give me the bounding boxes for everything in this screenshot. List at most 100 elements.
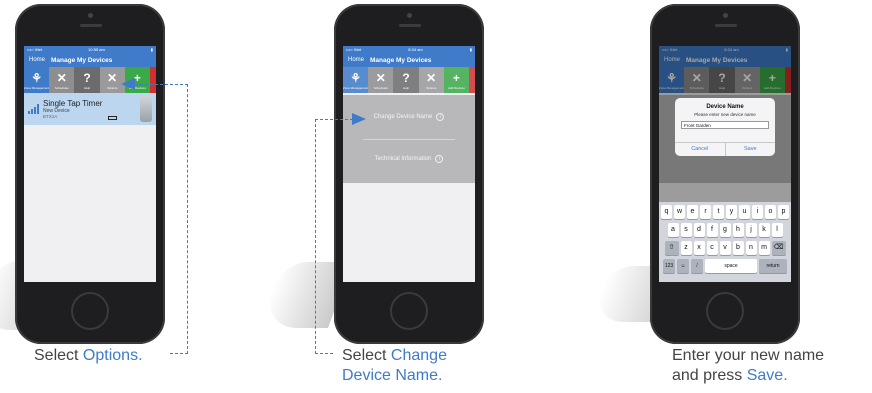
key[interactable]: o [765,205,776,219]
toolbar-label: Help [402,85,410,90]
cancel-button[interactable]: Cancel [675,143,725,156]
phone-step-3: ••••◦ iNet 8:34 am ▮ Home Manage My Devi… [650,4,800,344]
key[interactable]: f [706,223,718,237]
speaker [715,24,737,27]
device-row[interactable]: Single Tap Timer New Device BTX1A [24,93,156,125]
key[interactable]: b [732,241,744,255]
caption-step-2: Select Change Device Name. [342,346,447,386]
screen-step-1: ••••◦ iNet 10:55 am ▮ Home Manage My Dev… [24,46,156,282]
key[interactable]: m [758,241,770,255]
key[interactable]: s [680,223,692,237]
help-icon: ? [402,70,410,85]
key[interactable]: j [745,223,757,237]
options-menu: Change Device Name i Technical Informatio… [343,95,475,183]
leader-line [315,119,316,354]
zone-icon: ⚘ [31,70,42,85]
dialog-buttons: Cancel Save [675,142,775,156]
key[interactable]: z [680,241,692,255]
caption-step-3: Enter your new name and press Save. [672,346,824,386]
return-key[interactable]: return [759,259,787,273]
arrow-to-options [121,78,135,90]
key[interactable]: k [758,223,770,237]
zone-management-button[interactable]: ⚘ Zone Management [24,67,50,93]
key[interactable]: d [693,223,705,237]
caption-text: and press [672,367,747,384]
key[interactable]: p [778,205,789,219]
key[interactable]: x [693,241,705,255]
key[interactable]: u [739,205,750,219]
home-button[interactable] [71,292,109,330]
help-button[interactable]: ? Help [74,67,100,93]
leader-line [315,353,333,354]
home-link[interactable]: Home [348,57,370,63]
key-row: asdfghjkl [661,223,789,237]
mic-key[interactable]: ̸ [691,259,703,273]
speaker [399,24,421,27]
phone-step-1: ••••◦ iNet 10:55 am ▮ Home Manage My Dev… [15,4,165,344]
emoji-key[interactable]: ☺ [677,259,689,273]
device-name: Single Tap Timer [43,99,103,108]
leader-line [135,84,188,85]
delete-strip[interactable] [469,67,475,93]
key[interactable]: h [732,223,744,237]
home-button[interactable] [390,292,428,330]
divider [363,139,455,140]
battery-icon: ▮ [150,47,153,52]
delete-strip[interactable] [150,67,156,93]
home-button[interactable] [706,292,744,330]
home-link[interactable]: Home [29,57,51,63]
leader-line [315,119,353,120]
numbers-key[interactable]: 123 [663,259,675,273]
option-label: Change Device Name [373,114,433,120]
key-row: 123 ☺ ̸ space return [661,259,789,273]
toolbar: ⚘ Zone Management ✕ Schedules ? Help ✕ Optio… [24,67,156,93]
toolbar-label: Options [426,85,437,90]
key[interactable]: t [713,205,724,219]
zone-icon: ⚘ [350,70,361,85]
schedules-button[interactable]: ✕ Schedules [368,67,394,93]
option-label: Technical Information [374,156,432,162]
toolbar-label: Zone Management [343,85,369,90]
key[interactable]: c [706,241,718,255]
info-icon: i [436,113,445,121]
toolbar-label: Help [83,85,91,90]
toolbar-label: Zone Management [24,85,50,90]
camera [723,13,728,18]
schedules-button[interactable]: ✕ Schedules [49,67,75,93]
add-devices-button[interactable]: + Add Devices [443,67,470,93]
options-icon: ✕ [107,70,118,85]
key[interactable]: v [719,241,731,255]
nav-bar: Home Manage My Devices [24,53,156,67]
key[interactable]: n [745,241,757,255]
help-button[interactable]: ? Help [393,67,419,93]
help-icon: ? [83,70,91,85]
toolbar: ⚘ Zone Management ✕ Schedules ? Help ✕ Optio… [343,67,475,93]
options-button[interactable]: ✕ Options [418,67,444,93]
key[interactable]: r [700,205,711,219]
key[interactable]: l [771,223,783,237]
key[interactable]: e [687,205,698,219]
key[interactable]: i [752,205,763,219]
key[interactable]: g [719,223,731,237]
technical-information-option[interactable]: Technical Information i [343,155,475,163]
status-bar: ••••◦ iNet 10:55 am ▮ [24,46,156,53]
battery-level-icon [108,116,117,120]
tap-timer-image [140,96,152,122]
key[interactable]: w [674,205,685,219]
delete-key[interactable]: ⌫ [771,241,786,255]
screen-step-3: ••••◦ iNet 8:34 am ▮ Home Manage My Devi… [659,46,791,282]
zone-management-button[interactable]: ⚘ Zone Management [343,67,369,93]
phone-step-2: ••••◦ iNet 8:34 am ▮ Home Manage My Devi… [334,4,484,344]
shift-key[interactable]: ⇧ [664,241,679,255]
clock-text: 8:34 am [408,47,423,52]
key[interactable]: a [667,223,679,237]
space-key[interactable]: space [705,259,757,273]
key-row: ⇧ zxcvbnm ⌫ [661,241,789,255]
caption-step-1: Select Options. [34,346,143,366]
dialog-title: Device Name [706,104,744,110]
key[interactable]: y [726,205,737,219]
device-name-input[interactable]: Front Garden [681,121,769,129]
key[interactable]: q [661,205,672,219]
save-button[interactable]: Save [724,143,776,156]
caption-highlight: Change [390,347,447,364]
